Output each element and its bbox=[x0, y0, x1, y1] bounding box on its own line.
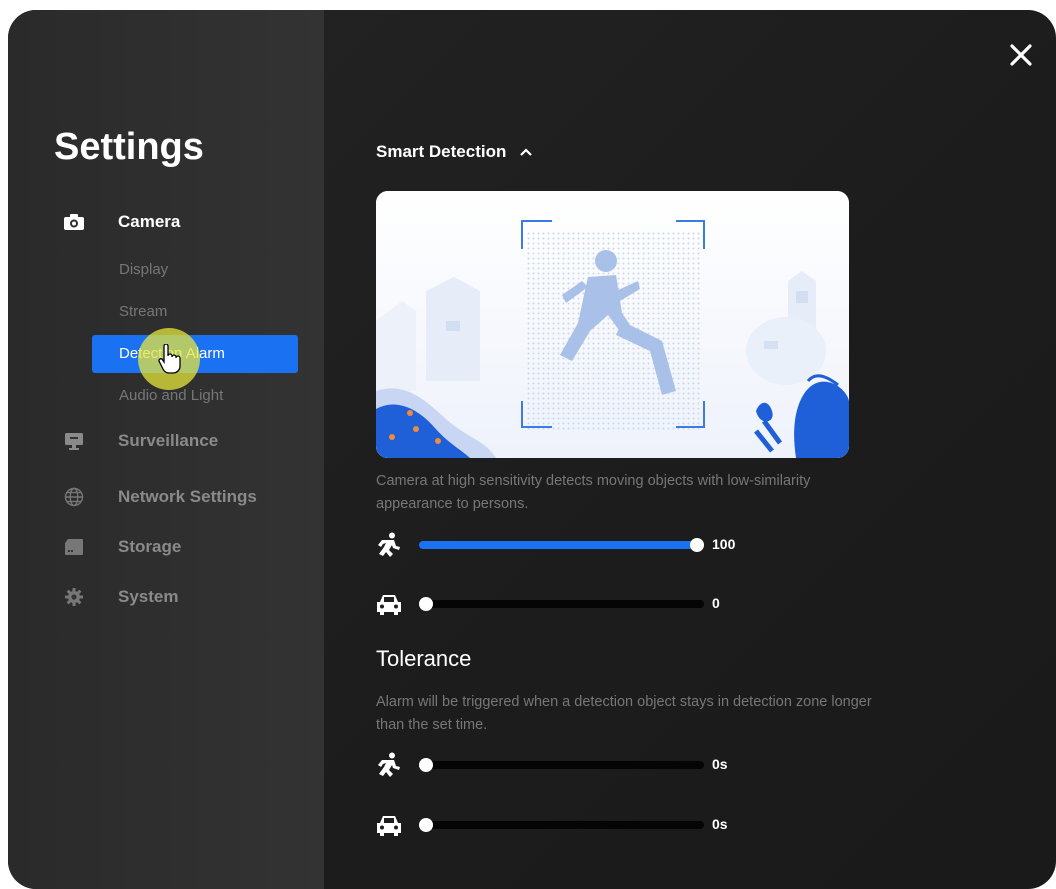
storage-icon bbox=[62, 535, 86, 559]
sidebar-item-label: Camera bbox=[118, 212, 181, 231]
slider-handle[interactable] bbox=[419, 597, 433, 611]
close-button[interactable] bbox=[1008, 42, 1034, 68]
sidebar-item-network-settings[interactable]: Network Settings bbox=[62, 485, 257, 509]
car-icon bbox=[374, 812, 404, 838]
sidebar-item-camera[interactable]: Camera bbox=[62, 210, 180, 234]
slider-value: 0s bbox=[712, 816, 728, 832]
slider-track[interactable] bbox=[419, 761, 704, 769]
slider-track[interactable] bbox=[419, 821, 704, 829]
monitor-icon bbox=[62, 429, 86, 453]
slider-fill bbox=[419, 541, 704, 549]
tolerance-description: Alarm will be triggered when a detection… bbox=[376, 694, 872, 733]
slider-handle[interactable] bbox=[419, 758, 433, 772]
sensitivity-description: Camera at high sensitivity detects movin… bbox=[376, 473, 811, 512]
slider-track[interactable] bbox=[419, 600, 704, 608]
detection-illustration bbox=[376, 191, 849, 458]
camera-icon bbox=[62, 210, 86, 234]
sensitivity-person-slider[interactable]: 100 bbox=[374, 532, 774, 558]
subitem-audio-and-light[interactable]: Audio and Light bbox=[92, 377, 298, 415]
gear-icon bbox=[62, 585, 86, 609]
close-icon bbox=[1010, 44, 1032, 66]
sidebar-item-label: System bbox=[118, 587, 179, 606]
slider-handle[interactable] bbox=[690, 538, 704, 552]
subitem-stream[interactable]: Stream bbox=[92, 293, 298, 331]
running-person-icon bbox=[374, 532, 404, 558]
settings-window: Settings Camera Display Stream Detection… bbox=[8, 10, 1056, 889]
slider-handle[interactable] bbox=[419, 818, 433, 832]
tolerance-vehicle-slider[interactable]: 0s bbox=[374, 812, 774, 838]
slider-value: 0s bbox=[712, 756, 728, 772]
sidebar-item-label: Storage bbox=[118, 537, 182, 556]
sidebar-item-label: Surveillance bbox=[118, 431, 219, 450]
sidebar-item-system[interactable]: System bbox=[62, 585, 178, 609]
hand-cursor-icon bbox=[158, 343, 182, 379]
section-title: Smart Detection bbox=[376, 142, 507, 161]
sidebar-item-label: Network Settings bbox=[118, 487, 257, 506]
page-title: Settings bbox=[54, 126, 204, 168]
globe-icon bbox=[62, 485, 86, 509]
sidebar: Settings Camera Display Stream Detection… bbox=[8, 10, 324, 889]
slider-value: 100 bbox=[712, 536, 736, 552]
sidebar-item-surveillance[interactable]: Surveillance bbox=[62, 429, 218, 453]
car-icon bbox=[374, 591, 404, 617]
subitem-display[interactable]: Display bbox=[92, 251, 298, 289]
slider-value: 0 bbox=[712, 595, 720, 611]
sidebar-item-storage[interactable]: Storage bbox=[62, 535, 181, 559]
smart-detection-header[interactable]: Smart Detection bbox=[376, 142, 533, 162]
sensitivity-vehicle-slider[interactable]: 0 bbox=[374, 591, 774, 617]
tolerance-person-slider[interactable]: 0s bbox=[374, 752, 774, 778]
tolerance-title: Tolerance bbox=[376, 646, 472, 671]
slider-track[interactable] bbox=[419, 541, 704, 549]
chevron-up-icon bbox=[520, 148, 533, 156]
running-person-icon bbox=[374, 752, 404, 778]
